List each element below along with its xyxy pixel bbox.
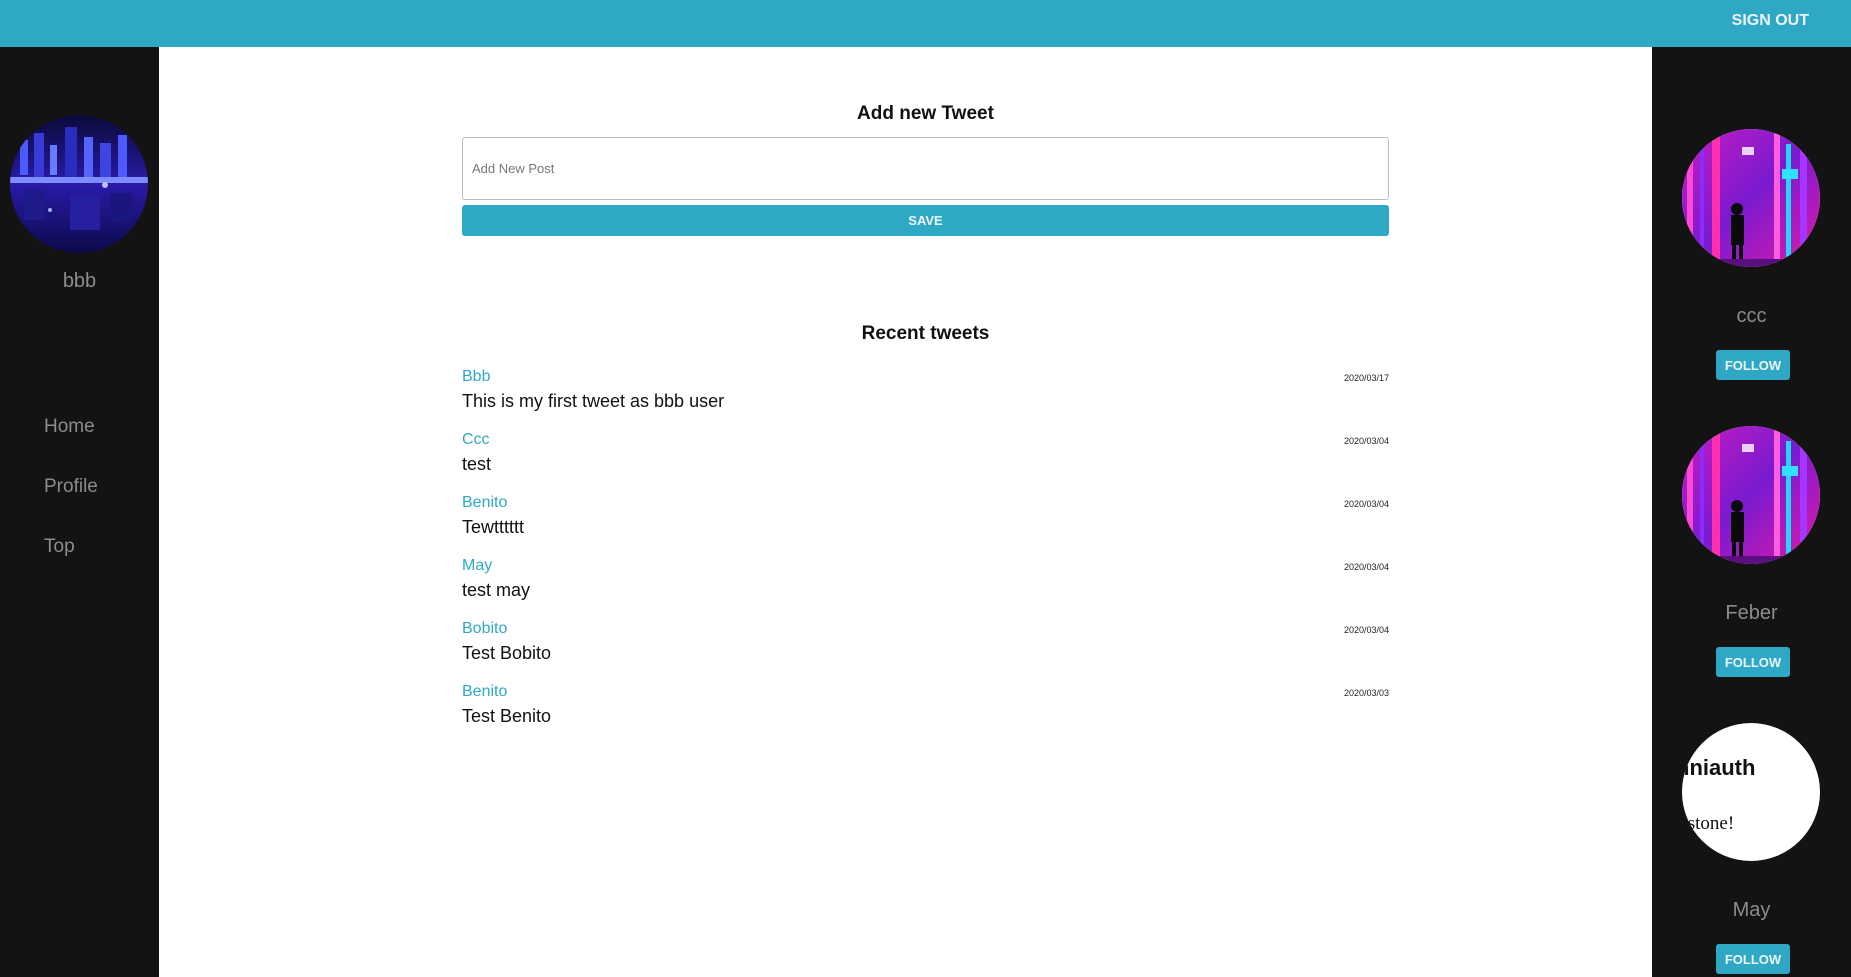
tweet-item: Benito 2020/03/03 Test Benito <box>462 683 1389 739</box>
suggested-user-name: Feber <box>1725 602 1778 624</box>
tweet-author-link[interactable]: Benito <box>462 683 507 701</box>
tweet-item: May 2020/03/04 test may <box>462 557 1389 613</box>
tweet-item: Ccc 2020/03/04 test <box>462 431 1389 487</box>
compose-title: Add new Tweet <box>857 103 994 124</box>
avatar-image-icon <box>10 115 148 253</box>
left-sidebar: bbb Home Profile Top <box>0 0 159 977</box>
neon-city-figure-icon <box>1682 129 1820 267</box>
user-avatar <box>10 115 148 253</box>
tweet-item: Benito 2020/03/04 Tewtttttt <box>462 494 1389 550</box>
follow-button[interactable]: FOLLOW <box>1716 647 1790 677</box>
tweet-text: This is my first tweet as bbb user <box>462 391 725 411</box>
tweet-date: 2020/03/03 <box>1343 688 1389 698</box>
avatar-text-line-2: lestone! <box>1682 813 1735 834</box>
tweet-text: Test Bobito <box>462 643 552 663</box>
suggested-user-avatar: nniauth lestone! <box>1682 723 1820 861</box>
tweet-text: Tewtttttt <box>462 517 525 537</box>
tweet-date: 2020/03/04 <box>1343 436 1389 446</box>
tweet-text: Test Benito <box>462 706 552 726</box>
nav-top-link[interactable]: Top <box>44 536 75 558</box>
suggested-user-avatar <box>1682 129 1820 267</box>
tweet-author-link[interactable]: Benito <box>462 494 507 512</box>
save-button[interactable]: SAVE <box>462 205 1389 236</box>
follow-button[interactable]: FOLLOW <box>1716 944 1790 974</box>
suggested-user-name: May <box>1732 899 1771 921</box>
tweet-item: Bbb 2020/03/17 This is my first tweet as… <box>462 368 1389 424</box>
tweet-author-link[interactable]: Bobito <box>462 620 507 638</box>
tweet-author-link[interactable]: Bbb <box>462 368 490 386</box>
tweet-author-link[interactable]: Ccc <box>462 431 490 449</box>
current-username: bbb <box>62 270 97 292</box>
follow-button[interactable]: FOLLOW <box>1716 350 1790 380</box>
tweet-text: test may <box>462 580 531 600</box>
tweet-text: test <box>462 454 492 474</box>
recent-tweets-title: Recent tweets <box>861 323 990 344</box>
tweet-date: 2020/03/04 <box>1343 499 1389 509</box>
tweet-date: 2020/03/04 <box>1343 562 1389 572</box>
tweet-date: 2020/03/17 <box>1343 373 1389 383</box>
suggested-user-name: ccc <box>1736 305 1767 327</box>
tweet-date: 2020/03/04 <box>1343 625 1389 635</box>
nav-profile-link[interactable]: Profile <box>44 476 98 498</box>
tweet-item: Bobito 2020/03/04 Test Bobito <box>462 620 1389 676</box>
suggested-user-avatar <box>1682 426 1820 564</box>
avatar-text-line-1: nniauth <box>1682 755 1756 780</box>
top-bar: SIGN OUT <box>0 0 1851 47</box>
new-post-input[interactable] <box>462 137 1389 200</box>
tweet-author-link[interactable]: May <box>462 557 492 575</box>
nav-home-link[interactable]: Home <box>44 416 95 438</box>
sign-out-button[interactable]: SIGN OUT <box>1732 12 1809 30</box>
neon-city-figure-icon <box>1682 426 1820 564</box>
